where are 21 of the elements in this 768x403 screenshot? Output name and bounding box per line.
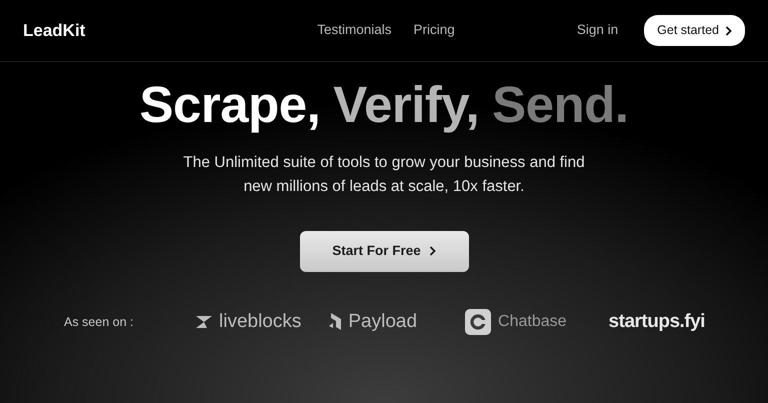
- sign-in-link[interactable]: Sign in: [576, 20, 618, 41]
- partner-logo-name: Chatbase: [498, 312, 567, 332]
- get-started-button[interactable]: Get started: [644, 15, 745, 46]
- partner-logo-name: liveblocks: [219, 310, 302, 334]
- subtitle-line: The Unlimited suite of tools to grow your business and find: [183, 154, 585, 171]
- chat-logo-icon: [465, 308, 492, 335]
- triangle-logo-icon: [196, 316, 212, 328]
- partner-logo-name: Payload: [348, 310, 418, 334]
- partner-logo-name: startups.fyi: [608, 310, 705, 334]
- headline-word: Send.: [492, 76, 628, 135]
- headline-word: Verify,: [333, 76, 480, 135]
- as-seen-on-label: As seen on :: [64, 314, 134, 331]
- chevron-icon: [724, 26, 732, 36]
- brand-logo[interactable]: LeadKit: [23, 18, 183, 44]
- start-for-free-button[interactable]: Start For Free: [300, 230, 468, 272]
- payload-logo-icon: [329, 313, 342, 330]
- nav-link[interactable]: Testimonials: [317, 20, 392, 41]
- subtitle-line: new millions of leads at scale, 10x faster.: [244, 178, 524, 195]
- nav-link[interactable]: Pricing: [414, 20, 455, 41]
- headline-word: Scrape,: [140, 76, 320, 135]
- chevron-icon: [428, 246, 436, 256]
